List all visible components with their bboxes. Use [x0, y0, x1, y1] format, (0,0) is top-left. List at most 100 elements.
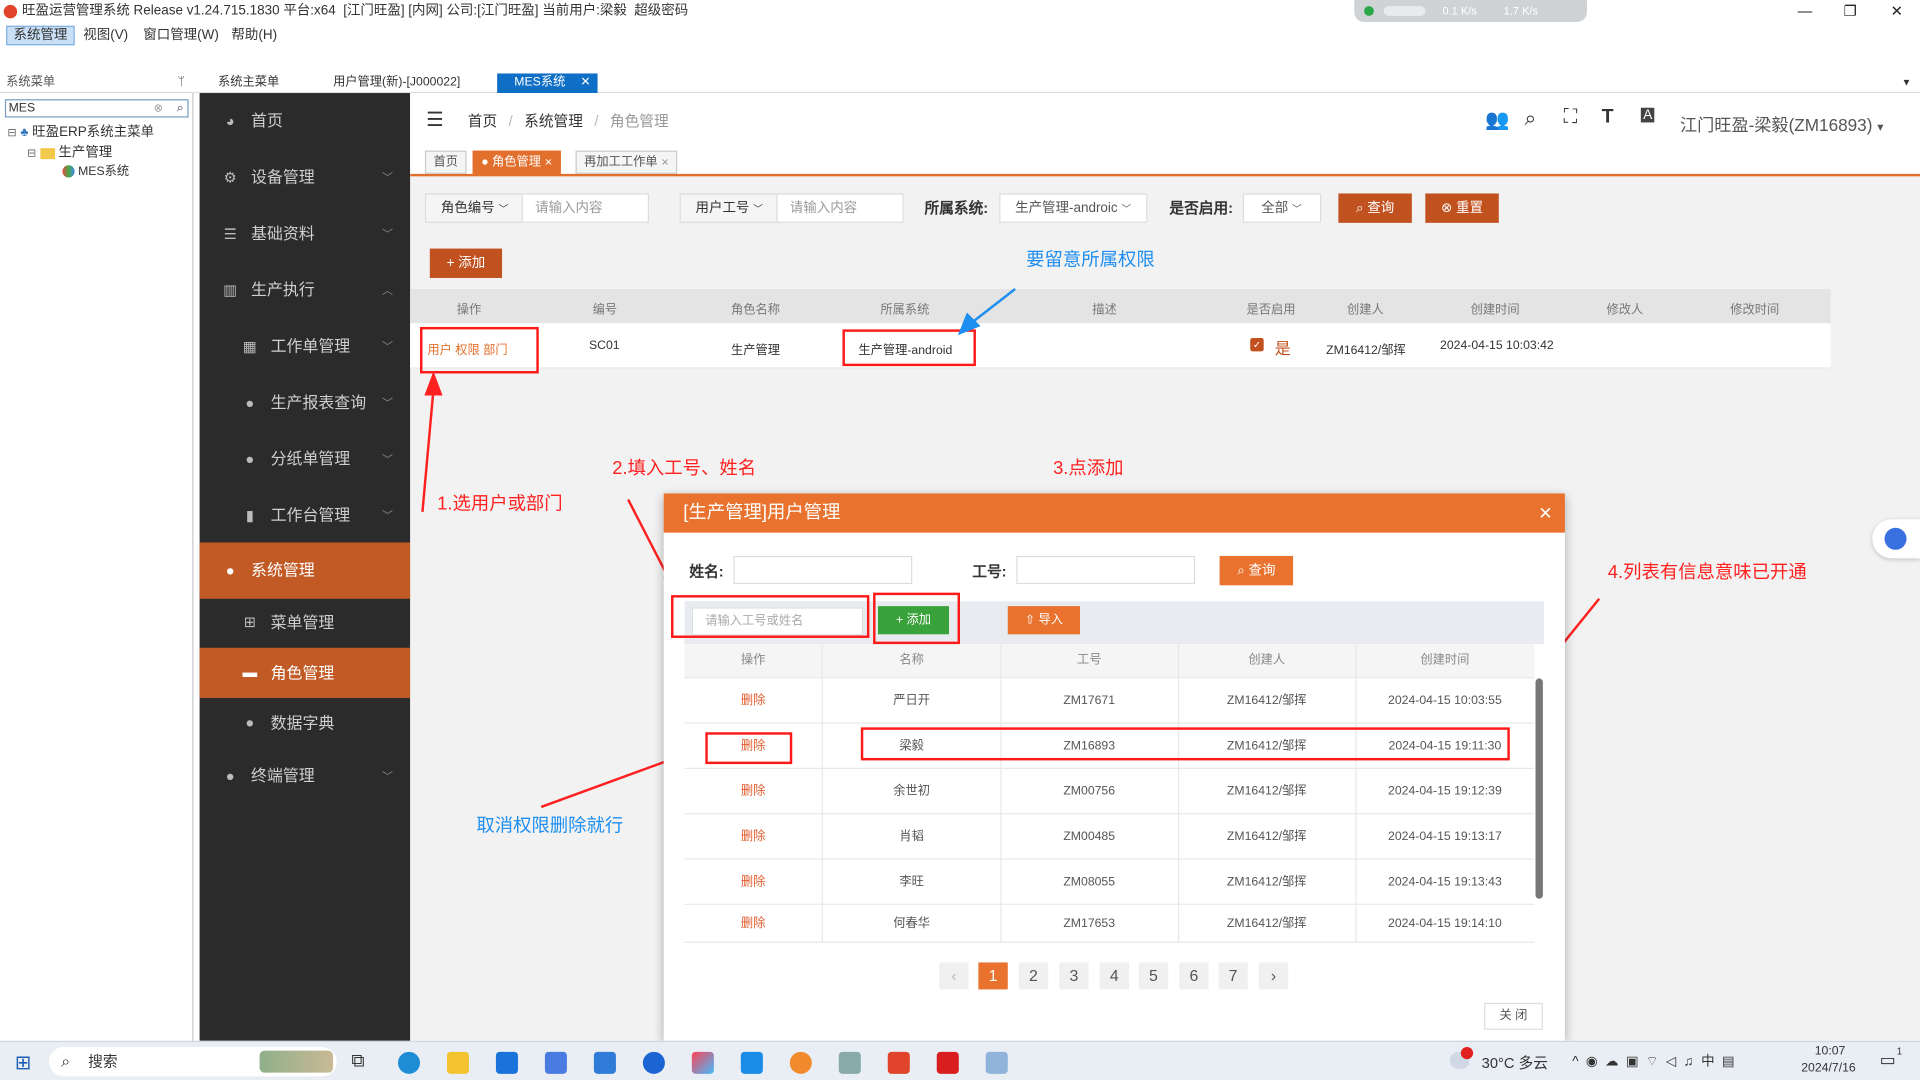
file-explorer-icon[interactable]: [446, 1051, 469, 1074]
collapse-icon[interactable]: ⊟: [27, 147, 36, 159]
sidebar-item-data-dict[interactable]: ● 数据字典: [200, 698, 411, 748]
user-code-select[interactable]: 用户工号 ﹀: [679, 193, 778, 223]
user-code-input[interactable]: 请输入内容: [776, 193, 904, 223]
clock-date[interactable]: 2024/7/16: [1801, 1062, 1855, 1075]
wps-icon[interactable]: [936, 1051, 959, 1074]
tab-close-icon[interactable]: ✕: [580, 73, 590, 93]
menu-system[interactable]: 系统管理: [6, 25, 75, 46]
sidebar-item-home[interactable]: ◕ 首页: [200, 93, 411, 149]
search-app-icon[interactable]: [642, 1051, 665, 1074]
page-2[interactable]: 2: [1018, 962, 1049, 990]
pager-next[interactable]: ›: [1258, 962, 1289, 990]
system-tray-icons[interactable]: ^◉☁▣⌔◁♫中▤: [1572, 1051, 1742, 1071]
current-user[interactable]: 江门旺盈-梁毅(ZM16893) ▾: [1680, 113, 1883, 137]
menu-help[interactable]: 帮助(H): [231, 23, 277, 47]
floating-assistant[interactable]: [1872, 519, 1920, 559]
sidebar-item-role-mgmt[interactable]: ▬ 角色管理: [199, 647, 411, 698]
weather-text[interactable]: 30°C 多云: [1482, 1052, 1548, 1073]
du-app-icon[interactable]: [740, 1051, 763, 1074]
taskbar-search[interactable]: ⌕ 搜索: [48, 1046, 337, 1077]
role-code-input[interactable]: 请输入内容: [521, 193, 649, 223]
table-row[interactable]: 删除 李旺 ZM08055 ZM16412/邹挥 2024-04-15 19:1…: [684, 860, 1535, 905]
page-5[interactable]: 5: [1138, 962, 1169, 990]
page-6[interactable]: 6: [1179, 962, 1209, 990]
sidebar-item-workbench[interactable]: ▮ 工作台管理 ﹀: [200, 487, 411, 543]
tag-close-icon[interactable]: ✕: [544, 157, 552, 168]
sidebar-item-production[interactable]: ▥ 生产执行 ︿: [200, 262, 411, 318]
tree-node-root[interactable]: ⊟ ♣ 旺盈ERP系统主菜单: [7, 122, 154, 143]
tree-node-mes[interactable]: MES系统: [7, 163, 154, 183]
mail-icon[interactable]: [495, 1051, 518, 1074]
dialog-code-input[interactable]: [1016, 555, 1196, 585]
menu-window[interactable]: 窗口管理(W): [143, 23, 219, 47]
design-app-icon[interactable]: [691, 1051, 714, 1074]
users-icon[interactable]: 👥: [1485, 108, 1509, 132]
sidebar-item-reports[interactable]: ● 生产报表查询 ﹀: [200, 375, 411, 431]
table-row[interactable]: 删除 何春华 ZM17653 ZM16412/邹挥 2024-04-15 19:…: [684, 905, 1535, 943]
tab-system-main-menu[interactable]: 系统主菜单: [218, 73, 279, 93]
task-view-icon[interactable]: ⧉: [351, 1051, 364, 1072]
search-icon[interactable]: ⌕: [177, 100, 184, 116]
dialog-close-icon[interactable]: ✕: [1538, 493, 1552, 532]
clock-time[interactable]: 10:07: [1815, 1044, 1846, 1057]
breadcrumb-system[interactable]: 系统管理: [524, 113, 583, 130]
role-code-select[interactable]: 角色编号 ﹀: [424, 193, 523, 223]
table-scrollbar[interactable]: [1535, 678, 1543, 899]
tree-node-production[interactable]: ⊟ 生产管理: [7, 143, 154, 163]
notepad-icon[interactable]: [985, 1051, 1008, 1074]
page-4[interactable]: 4: [1099, 962, 1129, 990]
collapse-icon[interactable]: ⊟: [7, 126, 16, 138]
maximize-button[interactable]: ❐: [1827, 0, 1874, 23]
menu-view[interactable]: 视图(V): [83, 23, 128, 47]
page-3[interactable]: 3: [1059, 962, 1089, 990]
tag-home[interactable]: 首页: [424, 150, 467, 174]
edge-browser-icon[interactable]: [397, 1051, 421, 1074]
sidebar-item-menu-mgmt[interactable]: ⊞ 菜单管理: [200, 598, 411, 648]
enabled-select[interactable]: 全部 ﹀: [1242, 193, 1322, 223]
tag-rework-order[interactable]: 再加工工作单 ✕: [575, 150, 678, 174]
clear-icon[interactable]: ⊗: [154, 100, 163, 116]
table-row[interactable]: 删除 肖韬 ZM00485 ZM16412/邹挥 2024-04-15 19:1…: [684, 814, 1535, 860]
delete-link[interactable]: 删除: [684, 860, 821, 905]
wangying-app-icon[interactable]: [887, 1051, 910, 1074]
pin-icon[interactable]: ᛘ: [178, 73, 185, 93]
sidebar-item-basic-data[interactable]: ☰ 基础资料 ﹀: [200, 206, 411, 262]
tabs-dropdown-icon[interactable]: ▼: [1902, 73, 1912, 93]
sidebar-item-system[interactable]: ● 系统管理: [199, 542, 411, 599]
feishu-icon[interactable]: [593, 1051, 616, 1074]
sidebar-item-paper-split[interactable]: ● 分纸单管理 ﹀: [200, 431, 411, 487]
search-icon[interactable]: ⌕: [1525, 107, 1537, 131]
tool-icon[interactable]: [838, 1051, 861, 1074]
fullscreen-icon[interactable]: ⛶: [1564, 107, 1578, 129]
reset-button[interactable]: ⊗ 重置: [1425, 193, 1499, 223]
translate-icon[interactable]: A: [1640, 107, 1655, 123]
qq-browser-icon[interactable]: [789, 1051, 812, 1074]
checkbox-checked-icon[interactable]: ✓: [1250, 337, 1264, 352]
tab-user-management[interactable]: 用户管理(新)-[J000022]: [333, 73, 460, 93]
tag-role-mgmt[interactable]: ● 角色管理 ✕: [472, 150, 562, 174]
font-size-icon[interactable]: T: [1602, 107, 1614, 129]
sidebar-item-work-orders[interactable]: ▦ 工作单管理 ﹀: [200, 318, 411, 374]
import-button[interactable]: ⇧ 导入: [1007, 606, 1081, 635]
delete-link[interactable]: 删除: [684, 678, 821, 723]
minimize-button[interactable]: —: [1782, 0, 1829, 23]
close-window-button[interactable]: ✕: [1873, 0, 1920, 23]
sidebar-item-terminal[interactable]: ● 终端管理 ﹀: [200, 748, 411, 804]
role-table-row[interactable]: 用户 权限 部门 SC01 生产管理 生产管理-android ✓ 是 ZM16…: [410, 323, 1831, 369]
delete-link[interactable]: 删除: [684, 905, 821, 943]
breadcrumb-home[interactable]: 首页: [468, 113, 497, 130]
windows-start-icon[interactable]: ⊞: [15, 1051, 31, 1075]
tag-close-icon[interactable]: ✕: [661, 157, 669, 168]
delete-link[interactable]: 删除: [684, 769, 821, 814]
delete-link[interactable]: 删除: [684, 814, 821, 859]
system-select[interactable]: 生产管理-androic ﹀: [999, 193, 1148, 223]
table-row[interactable]: 删除 余世初 ZM00756 ZM16412/邹挥 2024-04-15 19:…: [684, 769, 1535, 815]
dialog-close-button[interactable]: 关 闭: [1484, 1002, 1543, 1030]
add-role-button[interactable]: + 添加: [429, 248, 503, 278]
page-1[interactable]: 1: [978, 962, 1008, 990]
notification-icon[interactable]: ▭: [1880, 1049, 1896, 1070]
toolbox-icon[interactable]: [544, 1051, 567, 1074]
sidebar-item-equipment[interactable]: ⚙ 设备管理 ﹀: [200, 149, 411, 205]
menu-search-input[interactable]: MES ⊗ ⌕: [4, 99, 189, 118]
pager-prev[interactable]: ‹: [939, 962, 969, 990]
